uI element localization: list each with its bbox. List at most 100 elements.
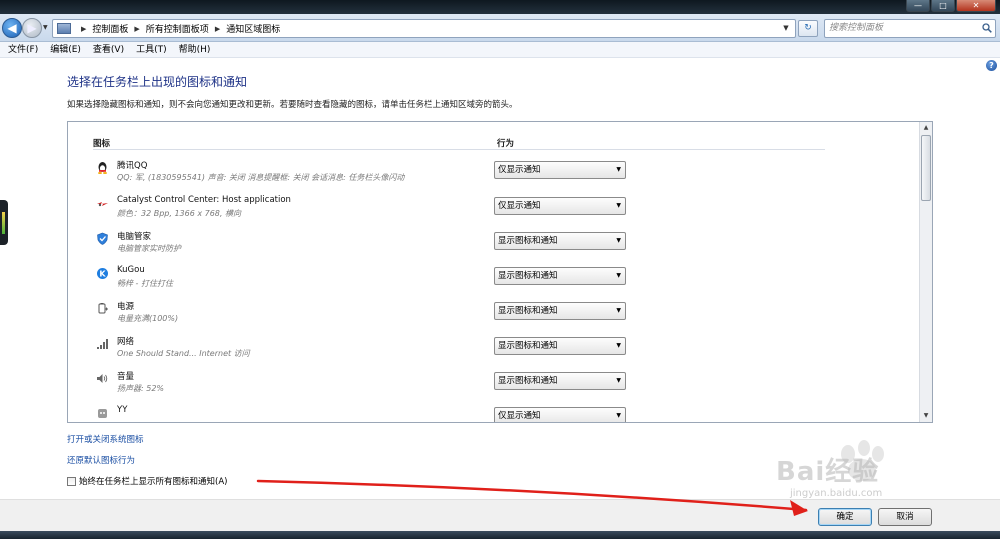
menu-file[interactable]: 文件(F) <box>2 42 44 58</box>
dropdown-arrow-icon: ▼ <box>616 342 621 349</box>
behavior-value: 显示图标和通知 <box>498 341 558 351</box>
item-name: 电源 <box>117 302 135 312</box>
address-box[interactable]: ▶ 控制面板 ▶ 所有控制面板项 ▶ 通知区域图标 ▼ <box>52 19 796 38</box>
ok-button[interactable]: 确定 <box>818 508 872 526</box>
item-description: One Should Stand... Internet 访问 <box>117 349 250 358</box>
breadcrumb-notification-icons[interactable]: 通知区域图标 <box>226 22 280 35</box>
behavior-select[interactable]: 显示图标和通知 ▼ <box>494 267 626 285</box>
menu-view[interactable]: 查看(V) <box>87 42 130 58</box>
search-placeholder: 搜索控制面板 <box>829 23 884 33</box>
volume-icon <box>97 374 108 383</box>
item-description: 扬声器: 52% <box>117 384 165 393</box>
item-description: QQ: 军, (1830595541) 声音: 关闭 消息提醒框: 关闭 会话消… <box>117 173 405 182</box>
power-icon <box>98 303 108 314</box>
behavior-select[interactable]: 显示图标和通知 ▼ <box>494 372 626 390</box>
dropdown-arrow-icon: ▼ <box>616 272 621 279</box>
svg-text:K: K <box>99 269 106 278</box>
behavior-select[interactable]: 仅显示通知 ▼ <box>494 197 626 215</box>
network-icon <box>97 339 108 349</box>
breadcrumb-control-panel[interactable]: 控制面板 <box>92 22 128 35</box>
search-input[interactable]: 搜索控制面板 <box>824 19 996 38</box>
desktop-gadget <box>0 200 8 245</box>
list-scrollbar[interactable]: ▲ ▼ <box>919 122 932 422</box>
control-panel-icon <box>57 23 71 34</box>
list-item: 音量 扬声器: 52% 显示图标和通知 ▼ <box>68 367 918 402</box>
always-show-label: 始终在任务栏上显示所有图标和通知(A) <box>79 477 228 487</box>
back-button[interactable]: ◀ <box>2 18 22 38</box>
behavior-select[interactable]: 显示图标和通知 ▼ <box>494 302 626 320</box>
minimize-button[interactable]: — <box>906 0 930 12</box>
window-controls: — □ ✕ <box>906 0 996 14</box>
refresh-button[interactable]: ↻ <box>798 20 818 37</box>
chevron-right-icon[interactable]: ▶ <box>134 25 139 33</box>
dropdown-arrow-icon: ▼ <box>616 307 621 314</box>
watermark-url: jingyan.baidu.com <box>790 488 883 499</box>
column-header-behavior: 行为 <box>497 139 515 149</box>
breadcrumb-all-items[interactable]: 所有控制面板项 <box>146 22 209 35</box>
behavior-value: 显示图标和通知 <box>498 236 558 246</box>
behavior-select[interactable]: 仅显示通知 ▼ <box>494 161 626 179</box>
item-name: 电脑管家 <box>117 232 152 242</box>
item-name: KuGou <box>117 265 145 275</box>
list-item: 电脑管家 电脑管家实时防护 显示图标和通知 ▼ <box>68 227 918 262</box>
behavior-value: 仅显示通知 <box>498 201 541 211</box>
item-name: 网络 <box>117 337 135 347</box>
dropdown-arrow-icon: ▼ <box>616 377 621 384</box>
item-name: YY <box>117 405 128 415</box>
dropdown-arrow-icon: ▼ <box>616 166 621 173</box>
behavior-select[interactable]: 显示图标和通知 ▼ <box>494 232 626 250</box>
behavior-select[interactable]: 显示图标和通知 ▼ <box>494 337 626 355</box>
taskbar <box>0 531 1000 539</box>
item-name: 音量 <box>117 372 135 382</box>
menu-tools[interactable]: 工具(T) <box>130 42 173 58</box>
help-icon[interactable]: ? <box>986 60 997 71</box>
catalyst-icon <box>97 202 108 207</box>
icons-list: 图标 行为 腾讯QQ QQ: 军, (1830595541) 声音: 关闭 消息… <box>67 121 933 423</box>
behavior-select[interactable]: 仅显示通知 ▼ <box>494 407 626 422</box>
chevron-right-icon[interactable]: ▶ <box>215 25 220 33</box>
dropdown-arrow-icon: ▼ <box>616 237 621 244</box>
always-show-checkbox[interactable] <box>67 476 76 486</box>
header-divider <box>93 149 825 150</box>
title-bar: — □ ✕ <box>0 0 1000 14</box>
watermark-brand: Bai经验 <box>776 457 880 487</box>
menu-edit[interactable]: 编辑(E) <box>44 42 87 58</box>
list-item: 网络 One Should Stand... Internet 访问 显示图标和… <box>68 332 918 367</box>
chevron-right-icon[interactable]: ▶ <box>81 25 86 33</box>
list-item: 腾讯QQ QQ: 军, (1830595541) 声音: 关闭 消息提醒框: 关… <box>68 156 918 191</box>
item-description: 颜色：32 Bpp, 1366 x 768, 横向 <box>117 209 241 218</box>
link-system-icons[interactable]: 打开或关闭系统图标 <box>67 433 144 445</box>
behavior-value: 显示图标和通知 <box>498 306 558 316</box>
scroll-up-icon[interactable]: ▲ <box>920 122 932 134</box>
dropdown-arrow-icon: ▼ <box>616 412 621 419</box>
forward-button[interactable]: ▶ <box>22 18 42 38</box>
shield-icon <box>97 232 108 245</box>
menu-bar: 文件(F) 编辑(E) 查看(V) 工具(T) 帮助(H) <box>0 42 1000 58</box>
list-item: K KuGou 畅梓 - 打住打住 显示图标和通知 ▼ <box>68 262 918 297</box>
menu-help[interactable]: 帮助(H) <box>173 42 217 58</box>
link-restore-defaults[interactable]: 还原默认图标行为 <box>67 454 135 466</box>
dropdown-arrow-icon: ▼ <box>616 202 621 209</box>
item-name: Catalyst Control Center: Host applicatio… <box>117 195 291 205</box>
cancel-button[interactable]: 取消 <box>878 508 932 526</box>
scroll-down-icon[interactable]: ▼ <box>920 410 932 422</box>
always-show-option[interactable]: 始终在任务栏上显示所有图标和通知(A) <box>67 475 227 487</box>
address-bar: ◀ ▶ ▼ ▶ 控制面板 ▶ 所有控制面板项 ▶ 通知区域图标 ▼ ↻ 搜索控制… <box>0 14 1000 42</box>
recent-pages-dropdown[interactable]: ▼ <box>43 24 51 32</box>
behavior-value: 仅显示通知 <box>498 165 541 175</box>
behavior-value: 仅显示通知 <box>498 411 541 421</box>
close-button[interactable]: ✕ <box>956 0 996 12</box>
item-description: 电脑管家实时防护 <box>117 244 181 253</box>
search-icon[interactable] <box>982 23 992 33</box>
item-name: 腾讯QQ <box>117 161 148 171</box>
list-item: Catalyst Control Center: Host applicatio… <box>68 192 918 227</box>
page-description: 如果选择隐藏图标和通知，则不会向您通知更改和更新。若要随时查看隐藏的图标，请单击… <box>67 100 518 110</box>
address-dropdown-icon[interactable]: ▼ <box>779 20 793 37</box>
behavior-value: 显示图标和通知 <box>498 376 558 386</box>
behavior-value: 显示图标和通知 <box>498 271 558 281</box>
maximize-button[interactable]: □ <box>931 0 955 12</box>
scrollbar-thumb[interactable] <box>921 135 931 201</box>
item-description: 畅梓 - 打住打住 <box>117 279 173 288</box>
yy-icon <box>98 409 107 418</box>
item-description: 电量充满(100%) <box>117 314 179 323</box>
